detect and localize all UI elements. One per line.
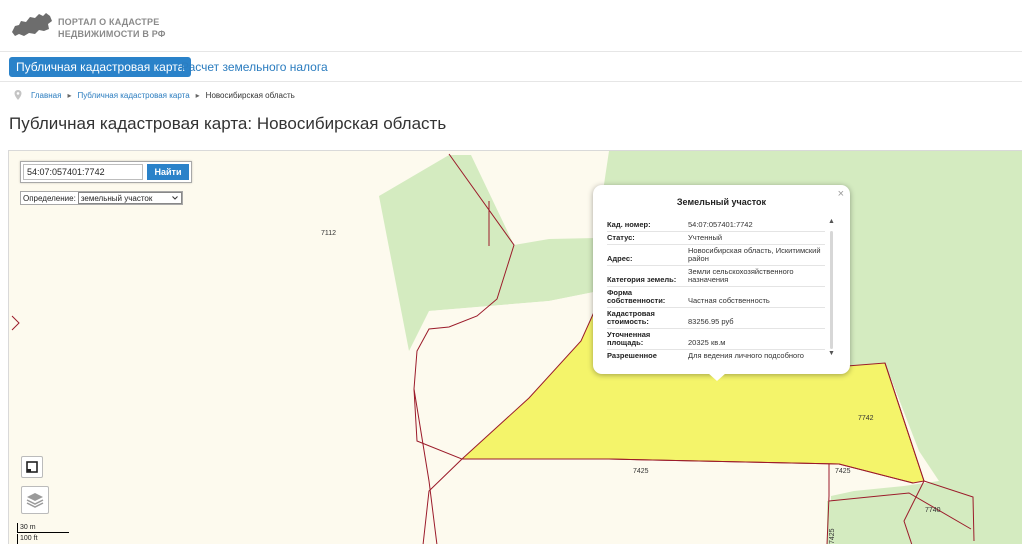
cadastral-number-input[interactable] (23, 164, 143, 180)
info-value: Частная собственность (688, 296, 770, 305)
scroll-up-icon[interactable]: ▲ (828, 218, 835, 225)
scrollbar-thumb[interactable] (830, 231, 833, 349)
cadastral-map[interactable]: 7112 7742 7425 7425 7740 7425 Найти Опре… (8, 150, 1022, 544)
info-key: Адрес: (607, 254, 633, 263)
info-row-area: Уточненная площадь: 20325 кв.м (607, 329, 825, 350)
parcel-label-7425: 7425 (829, 528, 836, 544)
scale-bar: 30 m 100 ft (17, 523, 69, 544)
info-value: 83256.95 руб (688, 317, 734, 326)
definition-label: Определение: (23, 193, 76, 203)
chevron-down-icon (171, 196, 178, 200)
breadcrumb-cadastral-map[interactable]: Публичная кадастровая карта (77, 91, 189, 100)
russia-map-icon[interactable] (10, 10, 54, 42)
info-row-permitted-use: Разрешенное Для ведения личного подсобно… (607, 350, 825, 362)
parcel-label-7742: 7742 (858, 415, 874, 422)
tab-cadastral-map[interactable]: Публичная кадастровая карта (9, 57, 192, 77)
parcel-info-popup: × Земельный участок Кад. номер: 54:07:05… (593, 185, 850, 381)
fullscreen-icon (26, 461, 38, 473)
logo-line-2: НЕДВИЖИМОСТИ В РФ (58, 29, 166, 39)
info-value: Учтенный (688, 233, 723, 242)
scale-metric: 30 m (17, 523, 69, 533)
info-row-status: Статус: Учтенный (607, 232, 825, 245)
parcel-layer[interactable]: 7112 7742 7425 7425 7740 7425 (9, 151, 1022, 544)
popup-scrollbar[interactable]: ▲ ▼ (828, 218, 835, 361)
info-key: Форма собственности: (607, 288, 666, 305)
parcel-label-7425: 7425 (633, 468, 649, 475)
definition-panel: Определение: земельный участок (20, 191, 183, 205)
definition-value: земельный участок (80, 193, 153, 203)
info-row-ownership: Форма собственности: Частная собственнос… (607, 287, 825, 308)
info-value: Для ведения личного подсобного (688, 351, 804, 360)
info-value: 54:07:057401:7742 (688, 220, 753, 229)
page-title: Публичная кадастровая карта: Новосибирск… (9, 114, 447, 133)
search-button[interactable]: Найти (147, 164, 189, 180)
info-value: Новосибирская область, Искитимский район (688, 246, 821, 263)
breadcrumb-separator: ▸ (195, 90, 200, 100)
info-key: Уточненная площадь: (607, 330, 651, 347)
info-key: Кад. номер: (607, 220, 651, 229)
parcel-label-7112: 7112 (321, 230, 336, 237)
location-pin-icon (14, 90, 22, 100)
info-row-cad-number: Кад. номер: 54:07:057401:7742 (607, 219, 825, 232)
info-row-address: Адрес: Новосибирская область, Искитимски… (607, 245, 825, 266)
info-value: 20325 кв.м (688, 338, 726, 347)
breadcrumb-current: Новосибирская область (205, 90, 295, 100)
breadcrumb-home[interactable]: Главная (31, 91, 61, 100)
info-key: Кадастровая стоимость: (607, 309, 655, 326)
breadcrumb: Главная ▸ Публичная кадастровая карта ▸ … (14, 89, 295, 101)
layers-icon (26, 493, 44, 508)
parcel-info-table: Кад. номер: 54:07:057401:7742 Статус: Уч… (607, 219, 825, 362)
info-value: Земли сельскохозяйственного назначения (688, 267, 794, 284)
info-key: Категория земель: (607, 275, 677, 284)
layers-button[interactable] (21, 486, 49, 514)
logo-line-1: ПОРТАЛ О КАДАСТРЕ (58, 17, 160, 27)
site-header: ПОРТАЛ О КАДАСТРЕ НЕДВИЖИМОСТИ В РФ (0, 0, 1022, 52)
info-key: Разрешенное (607, 351, 657, 360)
site-logo-text[interactable]: ПОРТАЛ О КАДАСТРЕ НЕДВИЖИМОСТИ В РФ (58, 16, 166, 40)
fullscreen-button[interactable] (21, 456, 43, 478)
tab-land-tax[interactable]: Расчет земельного налога (174, 57, 335, 77)
popup-pointer (708, 373, 726, 381)
definition-select[interactable]: земельный участок (77, 192, 182, 204)
info-row-land-category: Категория земель: Земли сельскохозяйстве… (607, 266, 825, 287)
search-panel: Найти (20, 161, 192, 183)
parcel-label-7425: 7425 (835, 468, 851, 475)
main-tabs: Публичная кадастровая карта Расчет земел… (0, 52, 1022, 82)
scale-imperial: 100 ft (17, 534, 69, 544)
popup-title: Земельный участок (676, 197, 767, 207)
info-key: Статус: (607, 233, 635, 242)
scroll-down-icon[interactable]: ▼ (828, 350, 835, 357)
info-row-cadastral-value: Кадастровая стоимость: 83256.95 руб (607, 308, 825, 329)
parcel-label-7740: 7740 (925, 507, 941, 514)
breadcrumb-separator: ▸ (67, 90, 72, 100)
